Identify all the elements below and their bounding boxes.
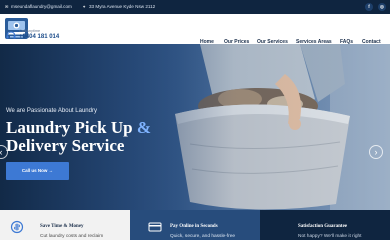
feature-card-pay-online: Pay Online in Seconds Quick, secure, and… [130,210,260,240]
location-pin-icon: ⌖ [83,3,86,9]
address-contact: ⌖ 33 Myra Avenue Kyde Nsw 2112 [83,4,155,9]
email-contact[interactable]: ✉ mseundaflaundry@gmail.com [5,4,72,9]
call-anytime-label: Call Anytime [19,29,41,33]
top-bar: ✉ mseundaflaundry@gmail.com ⌖ 33 Myra Av… [0,0,390,14]
call-us-now-button[interactable]: Call us Now → [6,162,69,180]
feature-card-satisfaction: Satisfaction Guarantee Not happy? We'll … [260,210,390,240]
instagram-icon[interactable]: ◎ [378,3,386,11]
hero-banner: We are Passionate About Laundry Laundry … [0,44,390,210]
feature-text: Quick, secure, and hassle-free [170,234,236,239]
phone-icon [6,31,16,39]
payment-card-icon [148,222,162,232]
hero-tagline: We are Passionate About Laundry [6,108,97,114]
feature-title: Satisfaction Guarantee [298,224,348,229]
feature-title: Save Time & Money [40,224,84,229]
feature-text: Cut laundry costs and reclaim [40,234,104,239]
facebook-icon[interactable]: f [365,3,373,11]
address-text: 33 Myra Avenue Kyde Nsw 2112 [89,4,156,9]
feature-card-save-time: Save Time & Money Cut laundry costs and … [0,210,130,240]
money-icon [10,220,24,234]
hero-title-line1: Laundry Pick Up [6,118,133,137]
feature-text: Not happy? We'll make it right [298,234,362,239]
envelope-icon: ✉ [5,3,9,9]
phone-number[interactable]: +0404 181 014 [19,34,59,40]
hero-title-ampersand: & [136,118,152,137]
hero-title: Laundry Pick Up & Delivery Service [6,119,151,155]
hero-title-line2: Delivery Service [6,136,125,155]
feature-title: Pay Online in Seconds [170,224,218,229]
email-text: mseundaflaundry@gmail.com [11,4,72,9]
slider-next-button[interactable]: › [369,145,383,159]
